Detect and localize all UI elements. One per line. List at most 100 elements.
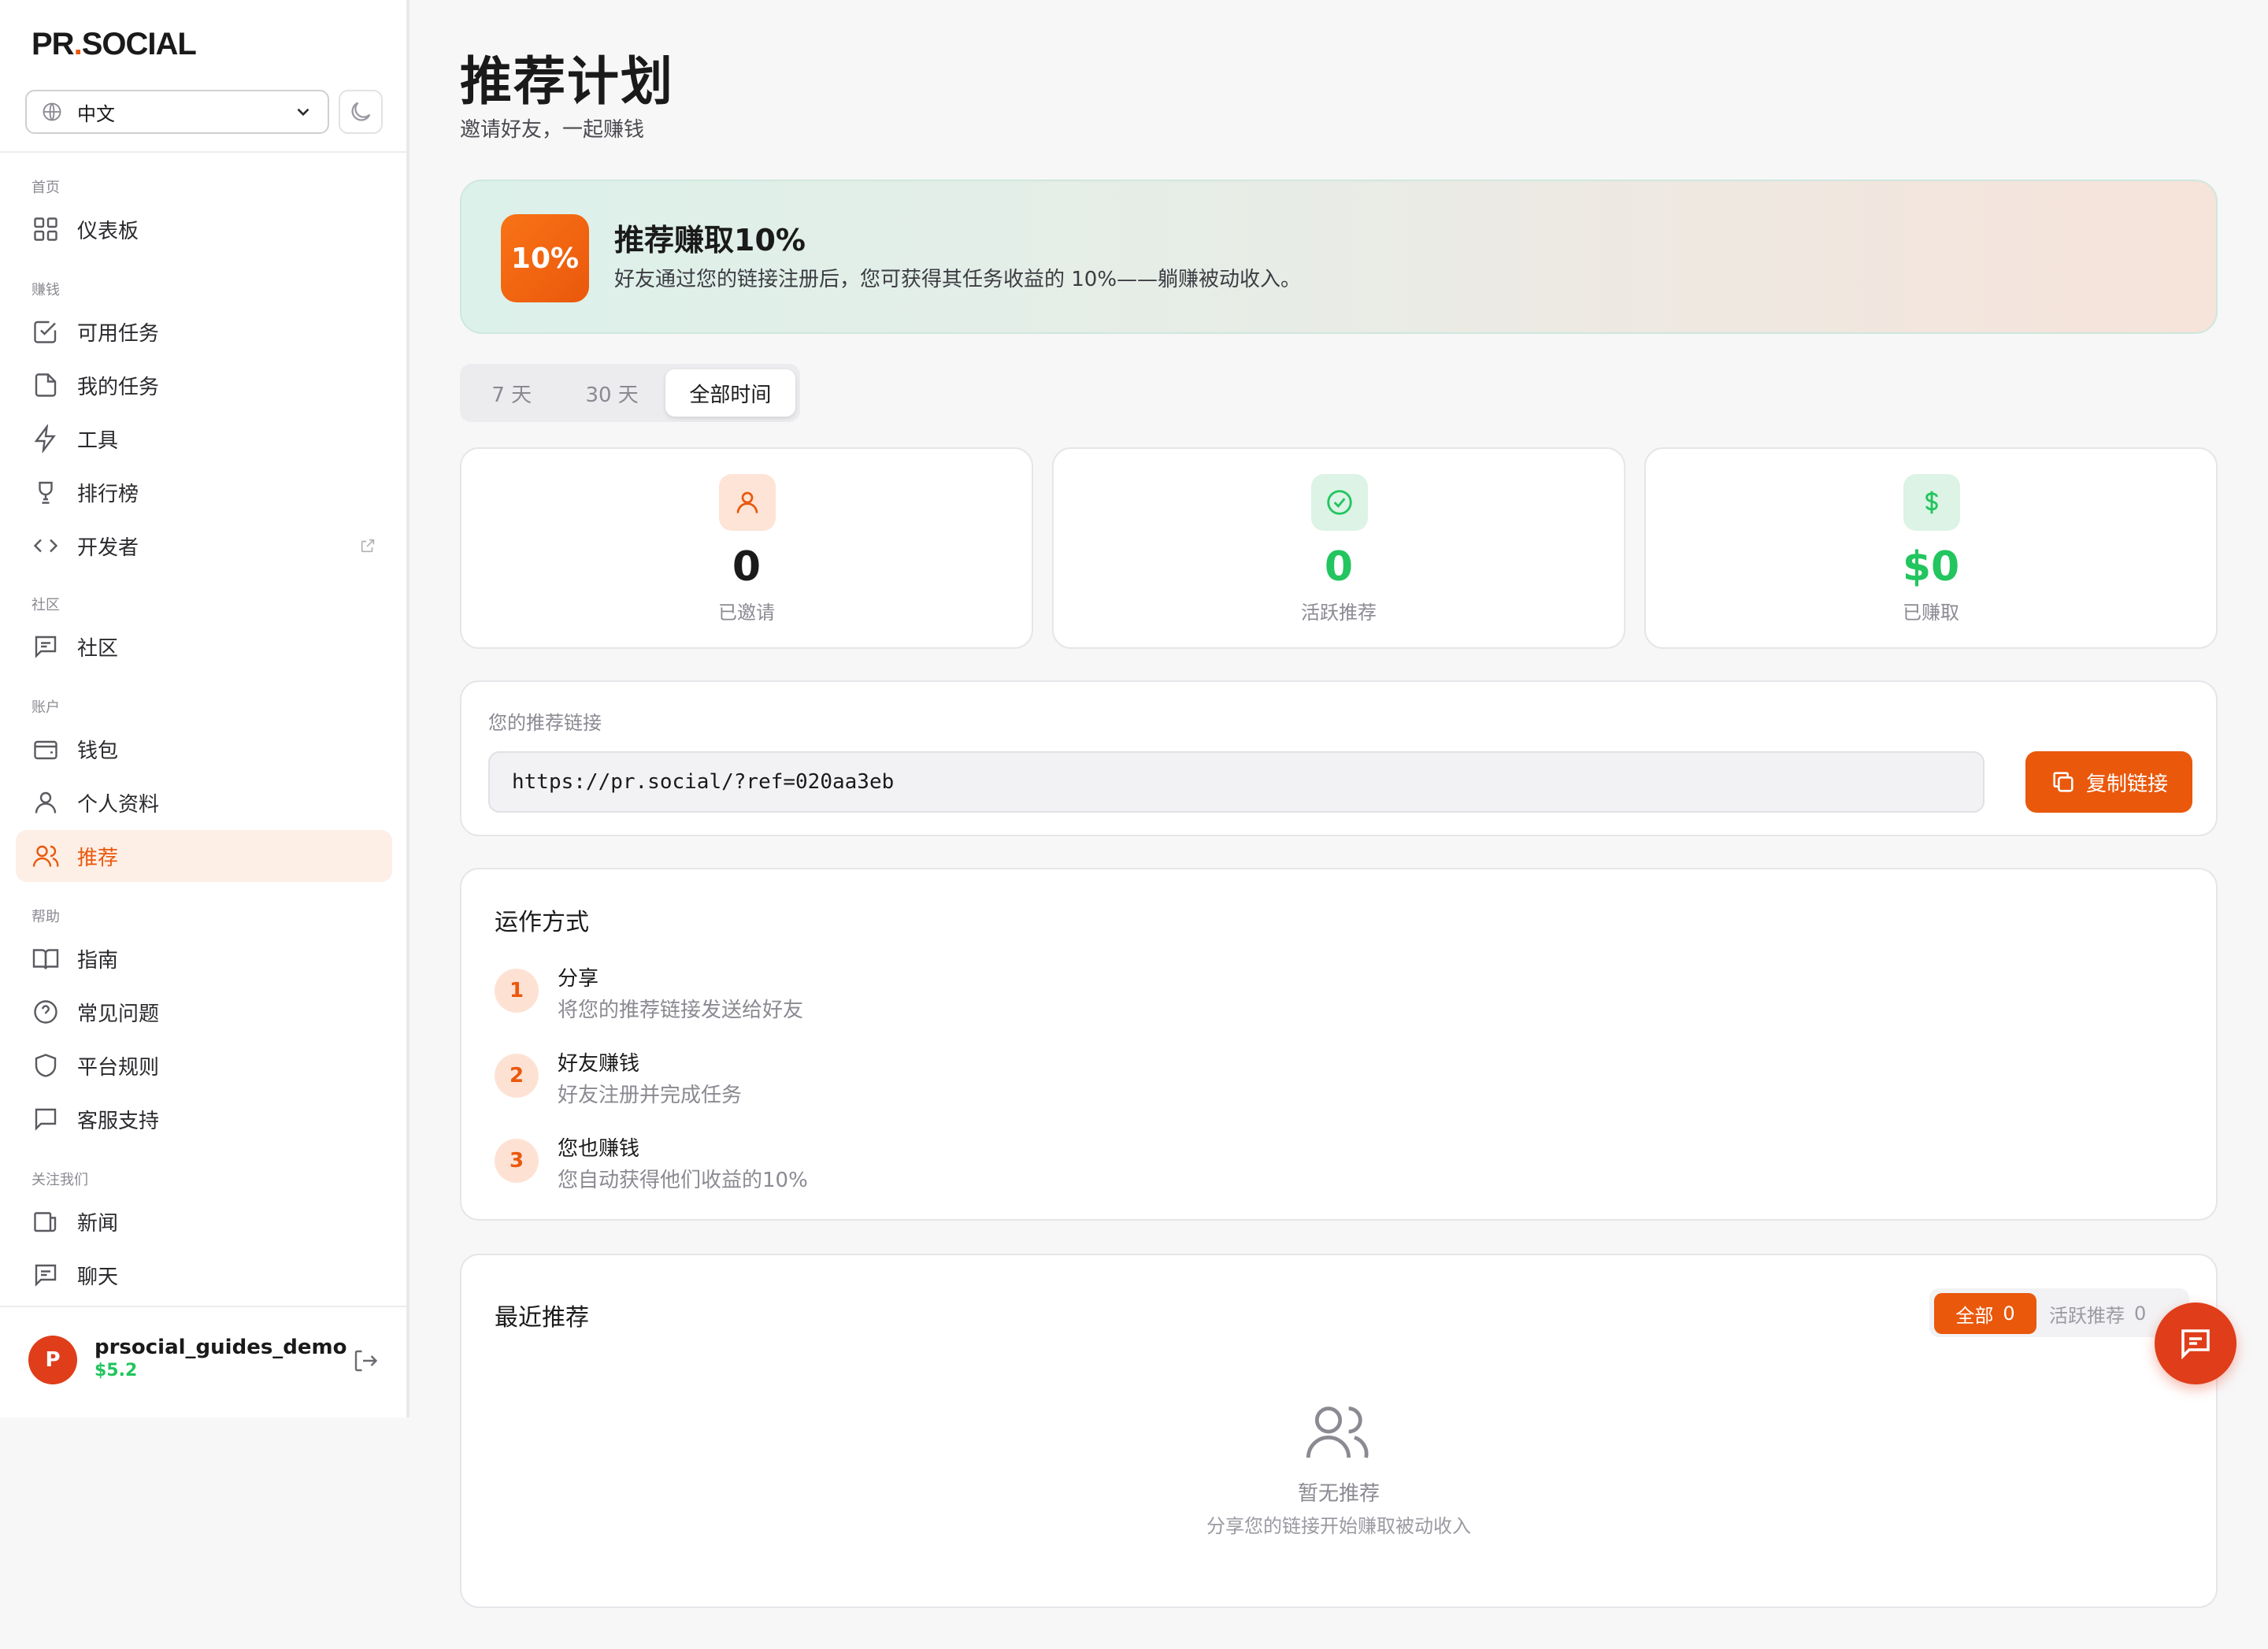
theme-toggle-button[interactable] [339,90,383,134]
referral-link-card: 您的推荐链接 https://pr.social/?ref=020aa3eb 复… [460,680,2218,836]
sidebar-item-guide[interactable]: 指南 [16,932,392,984]
how-it-works-card: 运作方式 1 分享 将您的推荐链接发送给好友 2 好友赚钱 好友注册并完成任务 … [460,868,2218,1221]
copy-link-label: 复制链接 [2085,772,2168,796]
empty-state-description: 分享您的链接开始赚取被动收入 [1206,1515,1471,1537]
users-icon [1306,1406,1369,1458]
tab-7-days[interactable]: 7 天 [465,369,558,417]
step-number: 2 [495,1054,539,1098]
referral-link-label: 您的推荐链接 [488,712,602,734]
referral-banner: 10% 推荐赚取10% 好友通过您的链接注册后，您可获得其任务收益的 10%——… [460,180,2218,334]
sidebar-item-label: 仪表板 [77,219,139,243]
step-title: 好友赚钱 [558,1052,640,1076]
sidebar-item-news[interactable]: 新闻 [16,1195,392,1247]
referral-link-field[interactable]: https://pr.social/?ref=020aa3eb [488,751,1984,813]
sidebar-item-label: 我的任务 [77,375,160,399]
avatar[interactable]: P [28,1336,77,1384]
step-item: 2 好友赚钱 好友注册并完成任务 [495,1041,1203,1112]
stat-label: 已邀请 [718,602,775,624]
stat-icon-bg [719,474,776,531]
help-circle-icon [34,1000,57,1024]
sidebar-item-label: 指南 [77,948,119,973]
sidebar-item-faq[interactable]: 常见问题 [16,986,392,1038]
sidebar-item-support[interactable]: 客服支持 [16,1093,392,1145]
banner-description: 好友通过您的链接注册后，您可获得其任务收益的 10%——躺赚被动收入。 [614,268,1302,291]
chat-support-button[interactable] [2155,1303,2236,1384]
shield-icon [35,1054,57,1077]
sidebar-item-tools[interactable]: 工具 [16,413,392,465]
sidebar-item-dashboard[interactable]: 仪表板 [16,203,392,255]
nav-section-account: 账户 [32,699,60,716]
tab-label: 活跃推荐 [2049,1304,2125,1327]
logout-icon[interactable] [351,1347,380,1375]
stat-icon-bg [1311,474,1368,531]
copy-link-button[interactable]: 复制链接 [2025,751,2192,813]
tab-count: 0 [2003,1303,2015,1325]
code-icon [33,539,58,553]
moon-icon [351,102,371,121]
sidebar-item-leaderboard[interactable]: 排行榜 [16,466,392,518]
checkbox-icon [34,321,57,343]
nav-section-home: 首页 [32,180,60,196]
nav-section-follow: 关注我们 [32,1172,88,1188]
sidebar-item-available-tasks[interactable]: 可用任务 [16,306,392,358]
check-circle-icon [1327,490,1352,515]
wallet-icon [34,740,57,760]
tab-all[interactable]: 全部 0 [1934,1293,2036,1334]
sidebar-item-label: 聊天 [77,1265,119,1289]
book-open-icon [32,949,59,969]
stat-label: 已赚取 [1903,602,1959,624]
nav-section-earn: 赚钱 [32,282,60,298]
stat-icon-bg [1903,474,1960,531]
username: prsocial_guides_demo [94,1336,347,1359]
tab-active-referrals[interactable]: 活跃推荐 0 [2049,1293,2146,1334]
sidebar-item-label: 排行榜 [77,482,139,506]
recent-referrals-title: 最近推荐 [495,1304,589,1332]
sidebar-item-developer[interactable]: 开发者 [16,520,392,572]
recent-filter-tabs: 全部 0 活跃推荐 0 [1929,1288,2189,1337]
stat-label: 活跃推荐 [1301,602,1377,624]
user-icon [35,791,57,813]
language-select[interactable]: 中文 [25,90,329,134]
stat-card-active: 0 活跃推荐 [1052,447,1625,649]
users-icon [32,845,59,867]
sidebar-item-profile[interactable]: 个人资料 [16,776,392,828]
tab-all-time[interactable]: 全部时间 [665,369,796,417]
message-icon [35,1108,57,1131]
sidebar-item-wallet[interactable]: 钱包 [16,723,392,775]
file-icon [35,373,57,397]
sidebar-item-label: 开发者 [77,535,139,560]
percent-badge: 10% [501,214,589,302]
stat-card-earned: $0 已赚取 [1644,447,2218,649]
nav-section-community: 社区 [32,597,60,613]
sidebar-item-label: 新闻 [77,1211,119,1236]
step-title: 分享 [558,967,599,991]
user-balance: $5.2 [94,1361,138,1380]
language-value: 中文 [77,102,115,125]
step-description: 好友注册并完成任务 [558,1084,743,1107]
tab-30-days[interactable]: 30 天 [558,369,665,417]
page-subtitle: 邀请好友，一起赚钱 [460,118,645,142]
sidebar-item-rules[interactable]: 平台规则 [16,1039,392,1091]
sidebar-item-my-tasks[interactable]: 我的任务 [16,359,392,411]
sidebar-item-chat[interactable]: 聊天 [16,1249,392,1301]
banner-title: 推荐赚取10% [614,223,806,258]
stat-value: $0 [1902,543,1960,591]
stat-value: 0 [732,543,762,591]
sidebar-item-label: 客服支持 [77,1109,160,1133]
chat-bubble-icon [2181,1329,2210,1360]
how-it-works-title: 运作方式 [495,909,589,936]
newspaper-icon [34,1212,57,1232]
sidebar-item-label: 可用任务 [77,321,160,346]
chat-icon [35,1264,57,1287]
globe-icon [43,102,61,121]
sidebar-item-label: 社区 [77,636,119,661]
grid-icon [34,217,57,241]
copy-icon [2053,772,2073,792]
sidebar-item-community[interactable]: 社区 [16,621,392,673]
step-title: 您也赚钱 [558,1137,640,1161]
sidebar-item-referral[interactable]: 推荐 [16,830,392,882]
trophy-icon [39,481,53,504]
brand-logo[interactable]: PR.SOCIAL [32,27,197,62]
message-square-icon [35,636,57,658]
period-tabs: 7 天 30 天 全部时间 [460,364,800,422]
